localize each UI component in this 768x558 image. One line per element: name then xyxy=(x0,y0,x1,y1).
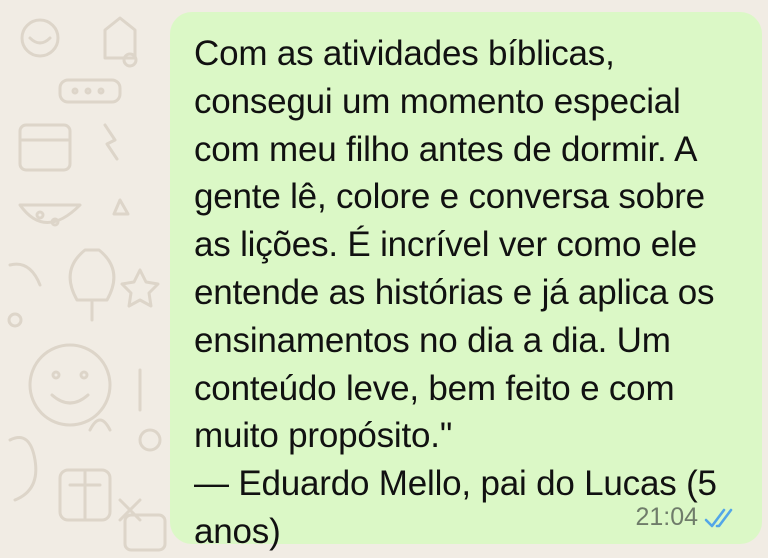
double-check-read-icon xyxy=(704,508,733,527)
message-line: muito propósito." xyxy=(194,416,453,456)
message-line: Com as atividades bíblicas, xyxy=(194,34,615,73)
message-line: entende as histórias e já aplica os xyxy=(194,272,715,312)
message-bubble[interactable]: Com as atividades bíblicas, consegui um … xyxy=(170,12,762,551)
message-line: consegui um momento especial xyxy=(194,81,681,121)
message-line: conteúdo leve, bem feito e com xyxy=(194,368,675,408)
message-line: gente lê, colore e conversa sobre xyxy=(194,177,705,217)
message-line: com meu filho antes de dormir. A xyxy=(194,129,698,169)
message-timestamp: 21:04 xyxy=(635,503,698,531)
message-meta: 21:04 xyxy=(635,503,740,532)
message-line: — Eduardo Mello, pai do Lucas (5 xyxy=(194,464,717,504)
message-line: as lições. É incrível ver como ele xyxy=(194,225,697,265)
message-text: Com as atividades bíblicas, consegui um … xyxy=(194,30,736,556)
message-line: ensinamentos no dia a dia. Um xyxy=(194,320,671,360)
